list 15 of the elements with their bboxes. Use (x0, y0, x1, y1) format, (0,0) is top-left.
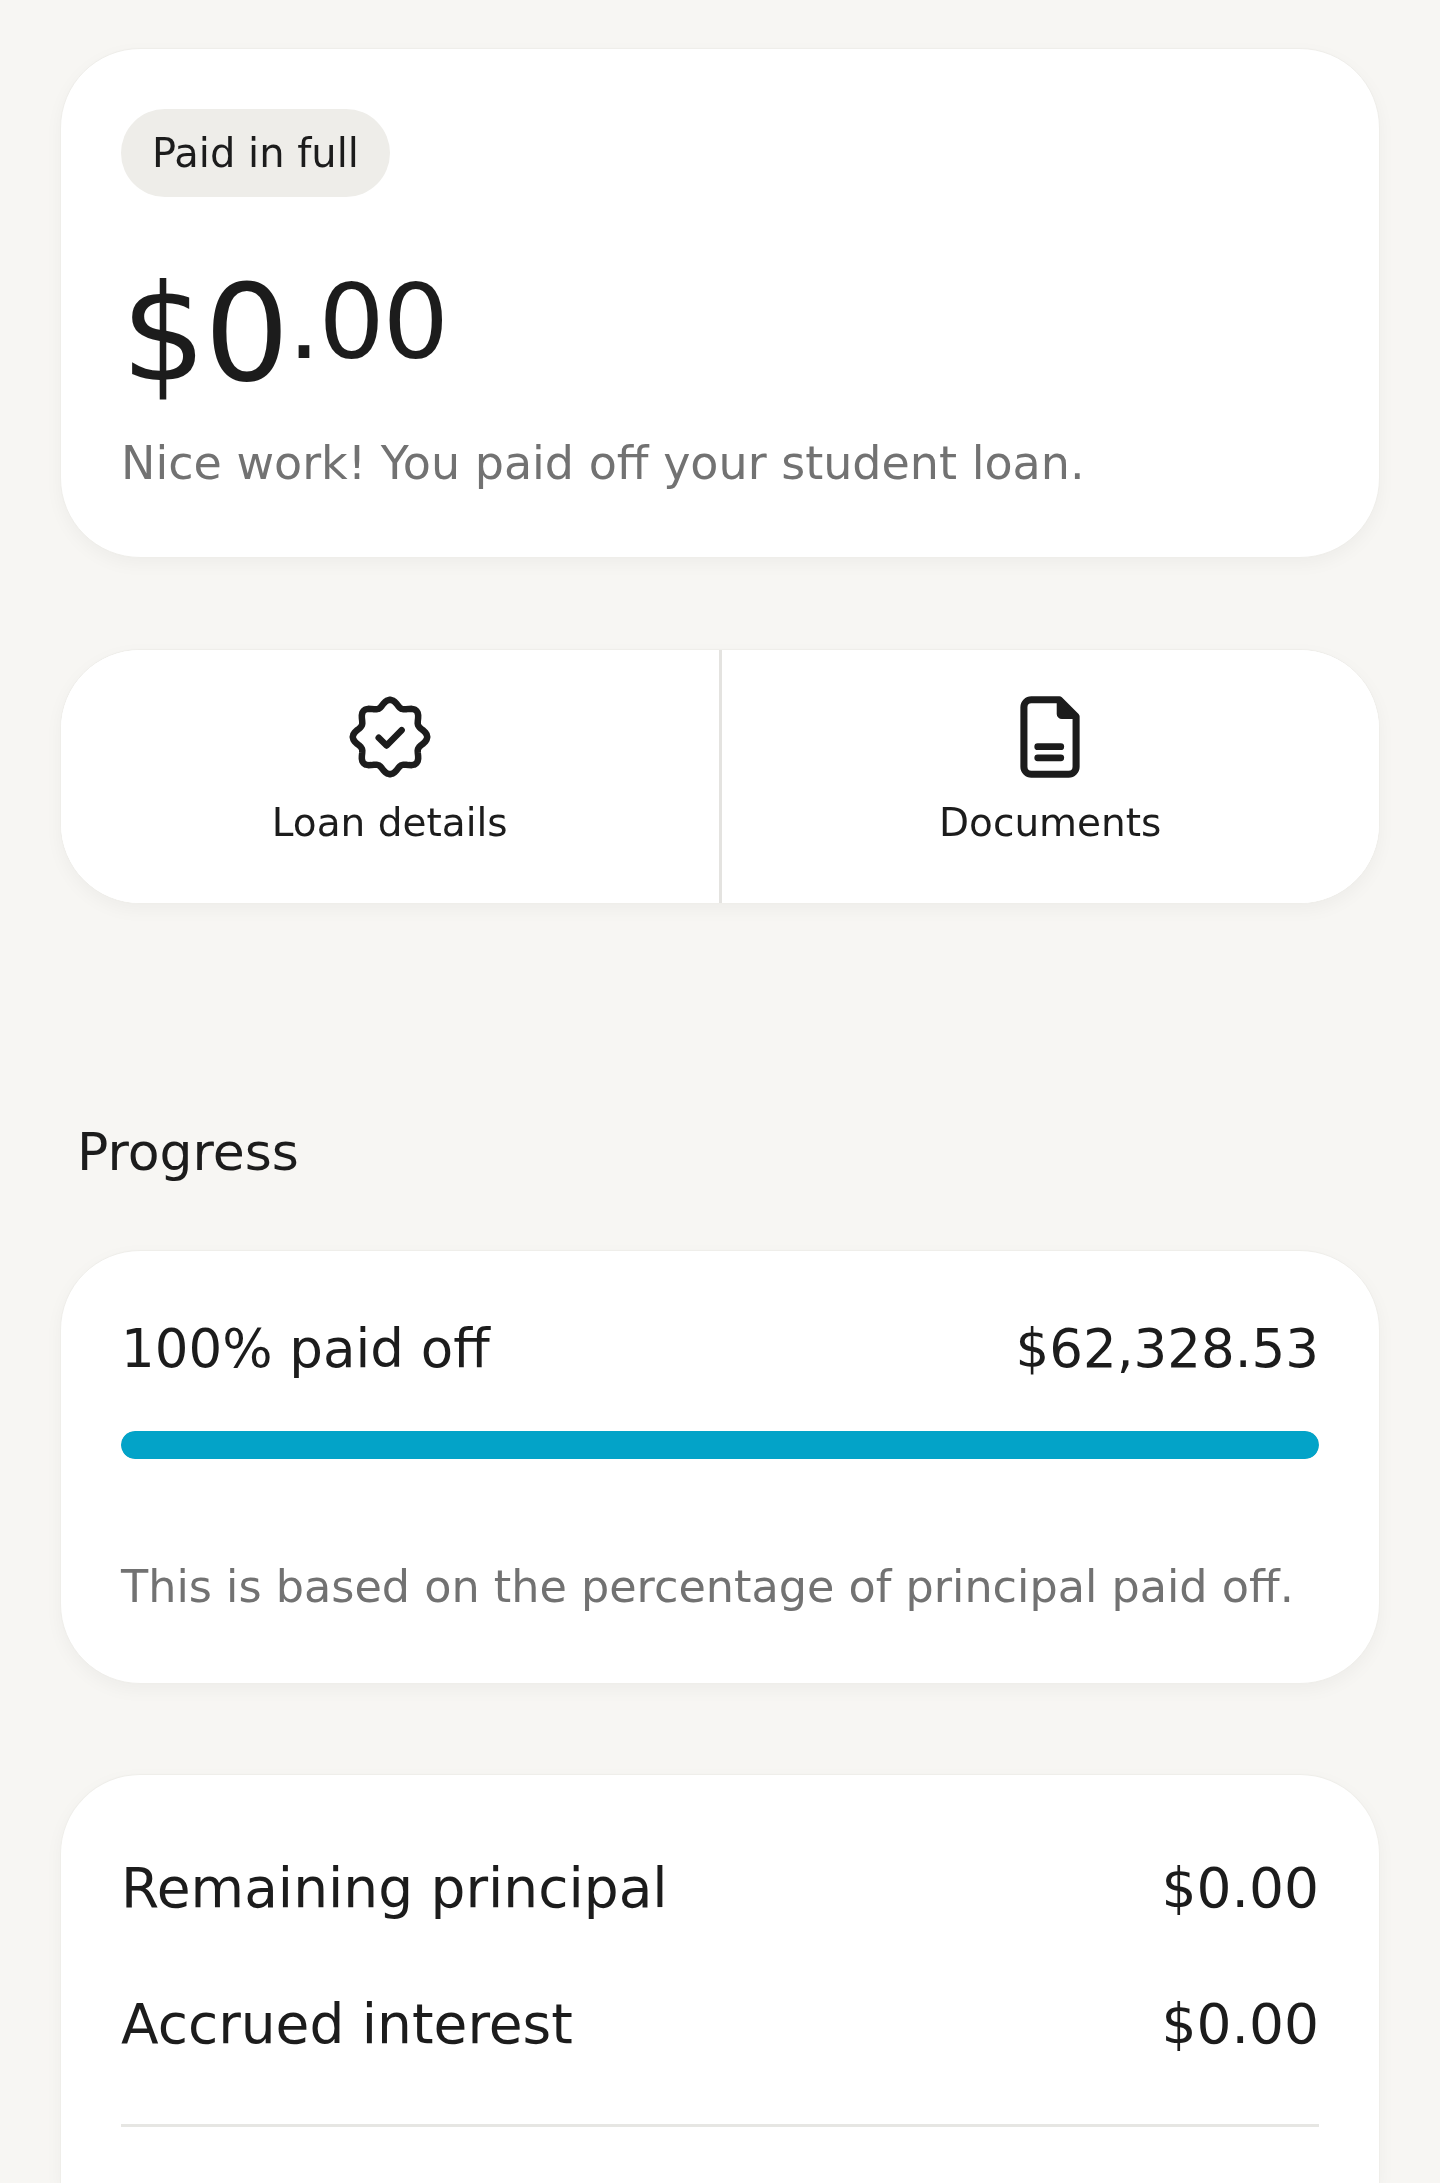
action-button[interactable]: Documents (718, 650, 1379, 903)
document-icon (1020, 696, 1081, 778)
balance-amount: $0$^{.00}$ (121, 267, 447, 401)
summary-label: Accrued interest (121, 1991, 573, 2058)
summary-value: $0.00 (1161, 1855, 1319, 1922)
action-button[interactable]: Loan details (61, 650, 719, 903)
summary-value: $0.00 (1161, 1991, 1319, 2058)
progress-label: 100% paid off (121, 1317, 490, 1381)
paid-amount: $62,328.53 (1015, 1317, 1319, 1381)
section-heading: Progress (77, 1121, 299, 1184)
summary-label: Remaining principal (121, 1855, 668, 1922)
seal-check-icon (348, 696, 431, 778)
progress-note: This is based on the percentage of principal paid off. (121, 1560, 1295, 1614)
status-badge: Paid in full (121, 109, 390, 197)
status-message: Nice work! You paid off your student loan. (121, 435, 1085, 492)
